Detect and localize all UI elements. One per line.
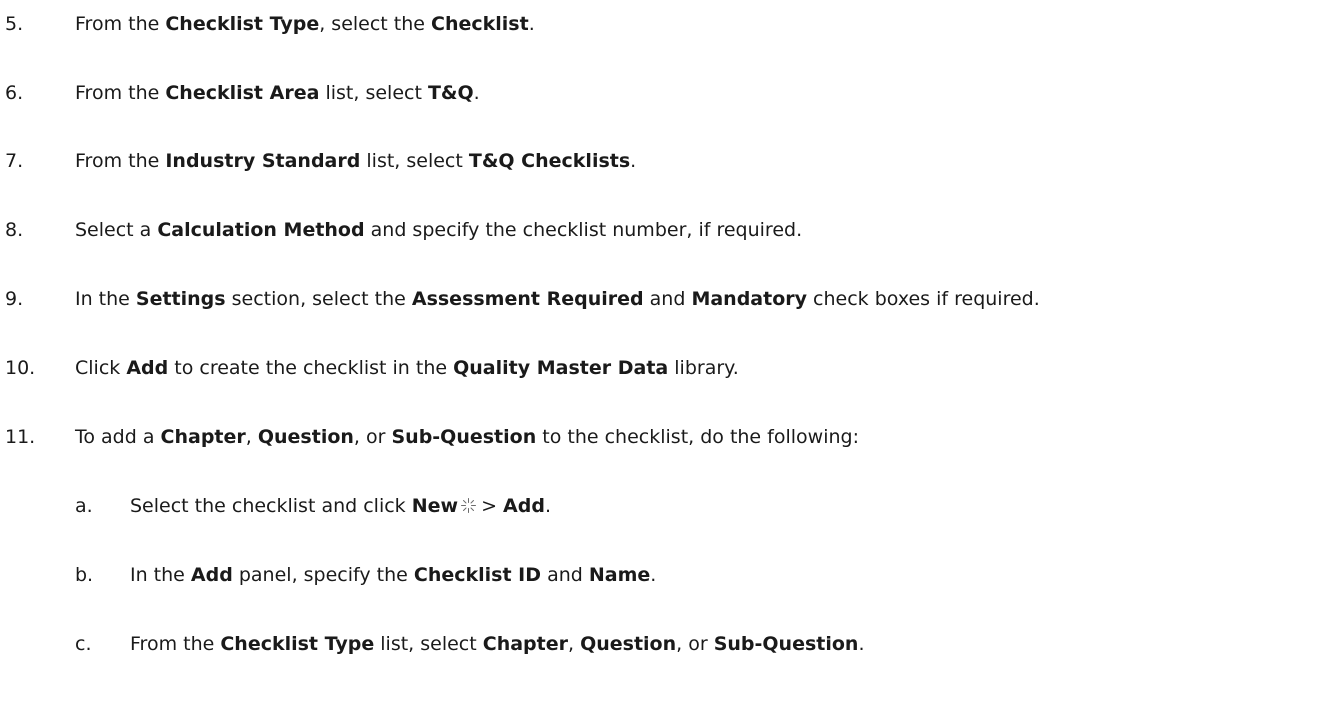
text-run: From the — [75, 82, 166, 104]
step-text: Select a Calculation Method and specify … — [75, 212, 802, 248]
ui-term: Calculation Method — [157, 219, 365, 241]
text-run: and — [643, 288, 692, 310]
step-number: 10. — [5, 357, 36, 379]
substep-letter: a. — [75, 495, 93, 517]
ui-term: New — [411, 495, 459, 517]
text-run: list, select — [374, 633, 483, 655]
ui-term: Question — [257, 426, 354, 448]
step-number: 11. — [5, 426, 36, 448]
ui-term: Chapter — [160, 426, 246, 448]
text-run: list, select — [319, 82, 428, 104]
text-run: From the — [130, 633, 221, 655]
text-run: . — [858, 633, 865, 655]
text-run: From the — [75, 150, 166, 172]
text-run: panel, specify the — [232, 564, 414, 586]
text-run: section, select the — [225, 288, 412, 310]
text-run: > — [481, 495, 504, 517]
step-text: In the Settings section, select the Asse… — [75, 281, 1040, 317]
ui-term: Chapter — [482, 633, 568, 655]
procedure-document: 5. From the Checklist Type, select the C… — [0, 0, 1332, 723]
ui-term: Sub-Question — [713, 633, 859, 655]
text-run: check boxes if required. — [807, 288, 1040, 310]
ui-term: Quality Master Data — [453, 357, 669, 379]
step-number: 6. — [5, 82, 24, 104]
new-sparkle-icon — [460, 497, 477, 514]
step-text: From the Industry Standard list, select … — [75, 143, 636, 179]
text-run: . — [473, 82, 480, 104]
ui-term: Sub-Question — [391, 426, 537, 448]
step-text: From the Checklist Type, select the Chec… — [75, 6, 535, 42]
ui-term: Add — [126, 357, 169, 379]
step-text: To add a Chapter, Question, or Sub-Quest… — [75, 419, 859, 455]
ui-term: T&Q — [427, 82, 474, 104]
text-run: To add a — [75, 426, 161, 448]
ui-term: Add — [190, 564, 233, 586]
substep-letter: c. — [75, 633, 92, 655]
substep-text: From the Checklist Type list, select Cha… — [130, 626, 865, 662]
ui-term: Checklist ID — [413, 564, 542, 586]
ui-term: Name — [588, 564, 651, 586]
text-run: library. — [668, 357, 739, 379]
ui-term: Add — [503, 495, 545, 517]
text-run: . — [650, 564, 657, 586]
ui-term: Checklist Area — [165, 82, 320, 104]
text-run: Click — [75, 357, 127, 379]
ui-term: Mandatory — [691, 288, 808, 310]
substep-text: In the Add panel, specify the Checklist … — [130, 557, 656, 593]
ui-term: Checklist Type — [220, 633, 375, 655]
text-run: . — [630, 150, 637, 172]
text-run: , or — [676, 633, 714, 655]
text-run: , — [245, 426, 258, 448]
text-run: . — [528, 13, 535, 35]
text-run: Select the checklist and click — [130, 495, 412, 517]
step-text: Click Add to create the checklist in the… — [75, 350, 739, 386]
step-number: 9. — [5, 288, 24, 310]
ui-term: Assessment Required — [411, 288, 644, 310]
substep-letter: b. — [75, 564, 94, 586]
ui-term: Checklist Type — [165, 13, 320, 35]
text-run: In the — [130, 564, 191, 586]
text-run: to create the checklist in the — [168, 357, 454, 379]
text-run: . — [544, 495, 551, 517]
step-text: From the Checklist Area list, select T&Q… — [75, 75, 480, 111]
text-run: In the — [75, 288, 136, 310]
text-run: list, select — [360, 150, 469, 172]
text-run: and specify the checklist number, if req… — [364, 219, 803, 241]
ui-term: Question — [580, 633, 677, 655]
text-run: , — [567, 633, 581, 655]
text-run: , select the — [319, 13, 432, 35]
ui-term: Checklist — [431, 13, 529, 35]
step-number: 8. — [5, 219, 24, 241]
text-run: to the checklist, do the following: — [536, 426, 859, 448]
text-run: Select a — [75, 219, 158, 241]
text-run: , or — [353, 426, 392, 448]
step-number: 5. — [5, 13, 24, 35]
ui-term: Industry Standard — [165, 150, 361, 172]
step-number: 7. — [5, 150, 24, 172]
text-run: From the — [75, 13, 166, 35]
ui-term: Settings — [135, 288, 226, 310]
substep-text: Select the checklist and click New > Add. — [130, 488, 551, 524]
text-run: and — [541, 564, 589, 586]
ui-term: T&Q Checklists — [468, 150, 631, 172]
